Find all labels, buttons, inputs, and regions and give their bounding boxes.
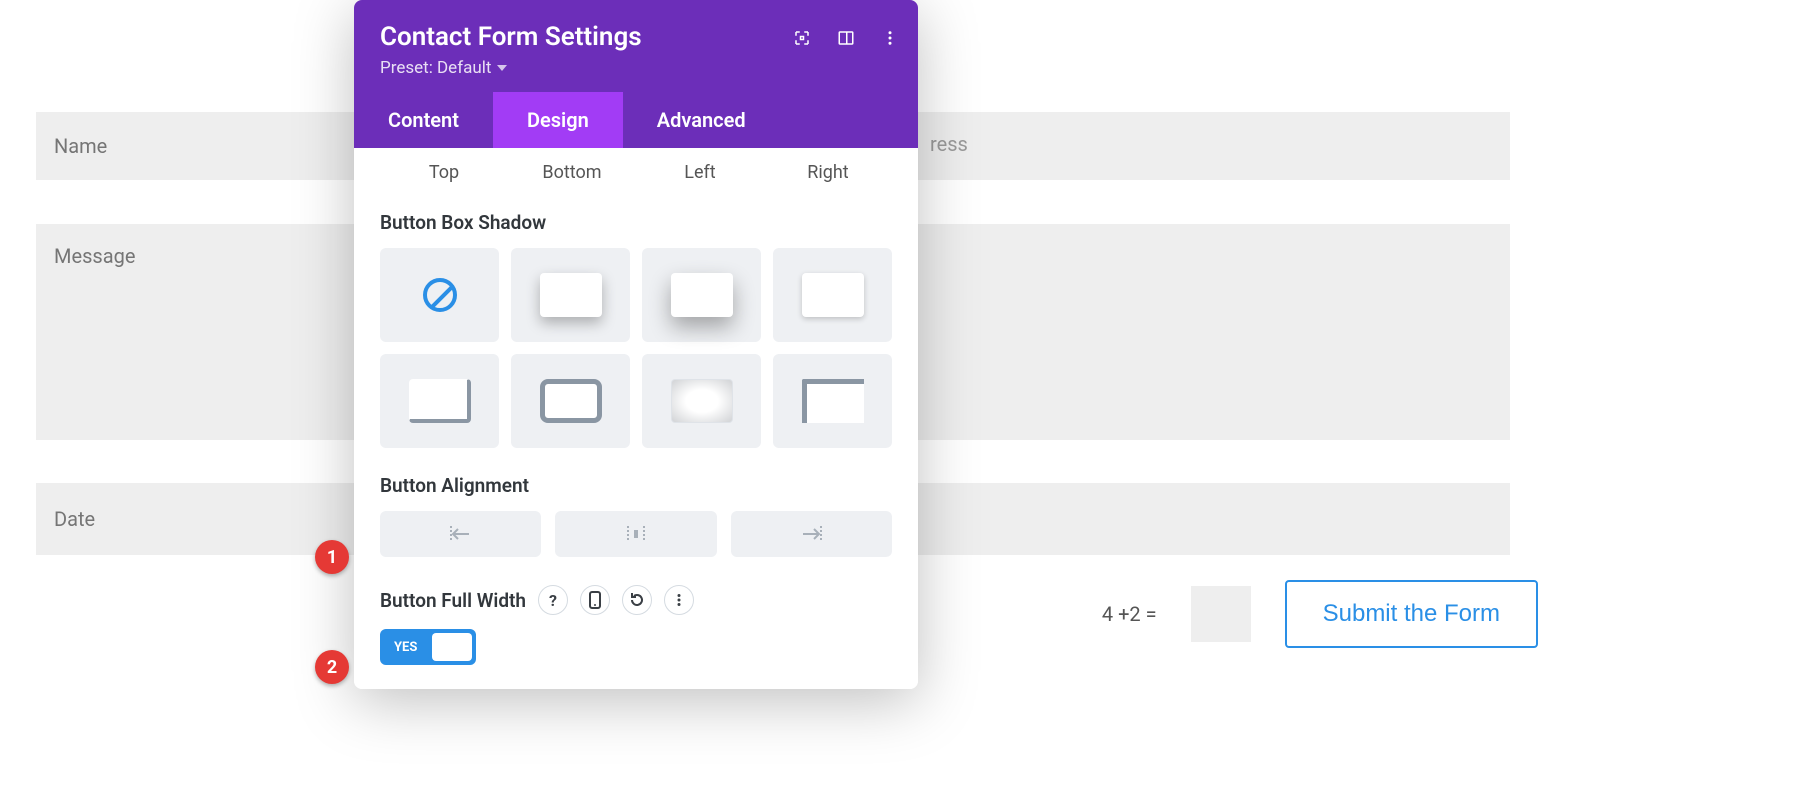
- full-width-row: Button Full Width ?: [380, 585, 892, 615]
- panel-header: Contact Form Settings Preset: Default: [354, 0, 918, 92]
- box-shadow-options: [380, 248, 892, 448]
- responsive-icon[interactable]: [580, 585, 610, 615]
- email-trailing-text: ress: [930, 132, 968, 156]
- tab-advanced[interactable]: Advanced: [623, 92, 780, 148]
- shadow-option-5[interactable]: [511, 354, 630, 448]
- settings-tabs: Content Design Advanced: [354, 92, 918, 148]
- more-icon[interactable]: [880, 28, 900, 48]
- annotation-badge-2: 2: [315, 650, 349, 684]
- preset-dropdown[interactable]: Preset: Default: [380, 58, 892, 78]
- align-left-button[interactable]: [380, 511, 541, 557]
- spacing-top-label: Top: [380, 162, 508, 183]
- shadow-swatch: [802, 379, 864, 423]
- expand-icon[interactable]: [792, 28, 812, 48]
- shadow-option-none[interactable]: [380, 248, 499, 342]
- full-width-label: Button Full Width: [380, 589, 526, 612]
- settings-panel: Contact Form Settings Preset: Default Co…: [354, 0, 918, 689]
- shadow-swatch: [540, 273, 602, 317]
- shadow-swatch: [671, 379, 733, 423]
- no-shadow-icon: [423, 278, 457, 312]
- align-center-button[interactable]: [555, 511, 716, 557]
- panel-body: Top Bottom Left Right Button Box Shadow …: [354, 148, 918, 689]
- help-icon[interactable]: ?: [538, 585, 568, 615]
- preset-label: Preset: Default: [380, 58, 491, 78]
- shadow-option-4[interactable]: [380, 354, 499, 448]
- toggle-yes-label: YES: [384, 640, 427, 655]
- spacing-labels-row: Top Bottom Left Right: [380, 148, 892, 205]
- shadow-swatch: [409, 379, 471, 423]
- align-right-button[interactable]: [731, 511, 892, 557]
- tab-design[interactable]: Design: [493, 92, 623, 148]
- alignment-options: [380, 511, 892, 557]
- spacing-bottom-label: Bottom: [508, 162, 636, 183]
- shadow-option-3[interactable]: [773, 248, 892, 342]
- submit-button[interactable]: Submit the Form: [1285, 580, 1538, 648]
- alignment-section-title: Button Alignment: [380, 474, 892, 497]
- panel-header-actions: [792, 28, 900, 48]
- toggle-knob: [432, 633, 472, 661]
- shadow-swatch: [802, 273, 864, 317]
- shadow-swatch: [671, 273, 733, 317]
- shadow-option-1[interactable]: [511, 248, 630, 342]
- shadow-option-6[interactable]: [642, 354, 761, 448]
- annotation-badge-1: 1: [315, 540, 349, 574]
- reset-icon[interactable]: [622, 585, 652, 615]
- captcha-input[interactable]: [1191, 586, 1251, 642]
- caret-down-icon: [497, 65, 507, 71]
- shadow-option-2[interactable]: [642, 248, 761, 342]
- box-shadow-section-title: Button Box Shadow: [380, 211, 892, 234]
- option-more-icon[interactable]: [664, 585, 694, 615]
- spacing-right-label: Right: [764, 162, 892, 183]
- full-width-toggle[interactable]: YES: [380, 629, 476, 665]
- sidebar-layout-icon[interactable]: [836, 28, 856, 48]
- captcha-question: 4 +2 =: [1102, 602, 1157, 626]
- spacing-left-label: Left: [636, 162, 764, 183]
- shadow-swatch: [540, 379, 602, 423]
- tab-content[interactable]: Content: [354, 92, 493, 148]
- shadow-option-7[interactable]: [773, 354, 892, 448]
